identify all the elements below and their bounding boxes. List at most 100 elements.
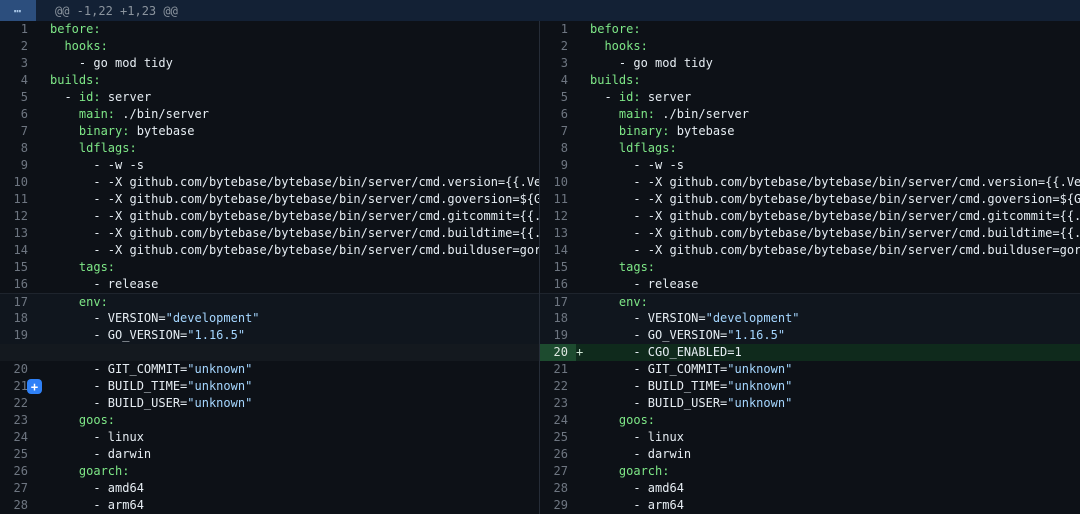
line-number[interactable]: 26 [540, 446, 576, 463]
yaml-text: - GO_VERSION= [590, 328, 727, 342]
diff-marker [576, 174, 590, 191]
line-number[interactable]: 24 [540, 412, 576, 429]
line-number[interactable]: 10 [540, 174, 576, 191]
line-number[interactable]: 19 [0, 327, 36, 344]
line-number[interactable]: 27 [0, 480, 36, 497]
line-number[interactable]: 13 [540, 225, 576, 242]
line-number[interactable]: 14 [0, 242, 36, 259]
line-number[interactable]: 6 [540, 106, 576, 123]
add-comment-button[interactable]: + [27, 379, 42, 394]
line-number[interactable]: 17 [0, 294, 36, 310]
code-line: - -X github.com/bytebase/bytebase/bin/se… [50, 191, 539, 208]
line-number[interactable]: 22 [540, 378, 576, 395]
yaml-text: - BUILD_TIME= [590, 379, 727, 393]
line-number[interactable]: 20 [0, 361, 36, 378]
line-number[interactable]: 10 [0, 174, 36, 191]
code-row: 8 ldflags: [540, 140, 1080, 157]
line-number[interactable]: 21 [540, 361, 576, 378]
line-number[interactable]: 5 [0, 89, 36, 106]
diff-marker [576, 191, 590, 208]
line-number[interactable]: 16 [0, 276, 36, 293]
line-number[interactable]: 29 [540, 497, 576, 514]
code-row: 2 hooks: [540, 38, 1080, 55]
code-line: - go mod tidy [50, 55, 539, 72]
line-number[interactable]: 24 [0, 429, 36, 446]
line-number[interactable]: 23 [0, 412, 36, 429]
code-line: tags: [590, 259, 1080, 276]
line-number[interactable]: 13 [0, 225, 36, 242]
line-number[interactable]: 26 [0, 463, 36, 480]
line-number[interactable]: 9 [540, 157, 576, 174]
line-number[interactable]: 17 [540, 294, 576, 310]
code-line: - id: server [590, 89, 1080, 106]
line-number[interactable]: 7 [540, 123, 576, 140]
diff-marker [576, 412, 590, 429]
line-number[interactable]: 1 [0, 21, 36, 38]
line-number[interactable]: 4 [540, 72, 576, 89]
yaml-text: bytebase [129, 124, 194, 138]
line-number[interactable]: 8 [540, 140, 576, 157]
code-row: 14 - -X github.com/bytebase/bytebase/bin… [540, 242, 1080, 259]
line-number[interactable]: 9 [0, 157, 36, 174]
line-number[interactable]: 16 [540, 276, 576, 293]
line-number[interactable]: 25 [0, 446, 36, 463]
line-number[interactable]: 11 [540, 191, 576, 208]
line-number[interactable]: 1 [540, 21, 576, 38]
line-number[interactable]: 22 [0, 395, 36, 412]
line-number[interactable]: 18 [0, 310, 36, 327]
yaml-text: - darwin [590, 447, 691, 461]
line-number[interactable]: 2 [0, 38, 36, 55]
yaml-text: - -X github.com/bytebase/bytebase/bin/se… [590, 192, 1080, 206]
line-number[interactable]: 23 [540, 395, 576, 412]
line-number[interactable]: 19 [540, 327, 576, 344]
line-number[interactable]: 18 [540, 310, 576, 327]
expand-hunk-button[interactable]: ⋯ [0, 0, 36, 21]
line-number[interactable]: 27 [540, 463, 576, 480]
code-row: 24 goos: [540, 412, 1080, 429]
line-number[interactable]: 14 [540, 242, 576, 259]
diff-marker [36, 208, 50, 225]
yaml-key: hooks: [604, 39, 647, 53]
code-line: - BUILD_USER="unknown" [590, 395, 1080, 412]
diff-marker [576, 208, 590, 225]
line-number[interactable]: 6 [0, 106, 36, 123]
line-number[interactable]: 2 [540, 38, 576, 55]
yaml-text [590, 141, 619, 155]
code-line: before: [590, 21, 1080, 38]
yaml-text: - VERSION= [50, 311, 166, 325]
line-number[interactable]: 12 [0, 208, 36, 225]
line-number[interactable]: 3 [540, 55, 576, 72]
line-number[interactable]: 12 [540, 208, 576, 225]
diff-marker [576, 276, 590, 293]
line-number[interactable]: 8 [0, 140, 36, 157]
line-number[interactable]: 4 [0, 72, 36, 89]
code-row: 6 main: ./bin/server [540, 106, 1080, 123]
line-number[interactable]: 15 [540, 259, 576, 276]
diff-marker [576, 429, 590, 446]
line-number[interactable]: 11 [0, 191, 36, 208]
code-line: - VERSION="development" [50, 310, 539, 327]
line-number[interactable]: 5 [540, 89, 576, 106]
yaml-text: - VERSION= [590, 311, 706, 325]
code-row: 23 - BUILD_USER="unknown" [540, 395, 1080, 412]
code-line: ldflags: [590, 140, 1080, 157]
code-row: 2 hooks: [0, 38, 539, 55]
yaml-text [50, 295, 79, 309]
line-number[interactable]: 15 [0, 259, 36, 276]
yaml-text: - GIT_COMMIT= [50, 362, 187, 376]
yaml-key: id: [79, 90, 101, 104]
line-number[interactable]: 28 [540, 480, 576, 497]
yaml-string: "unknown" [727, 379, 792, 393]
yaml-string: "development" [706, 311, 800, 325]
yaml-text [590, 39, 604, 53]
code-line: - -w -s [590, 157, 1080, 174]
line-number[interactable]: 25 [540, 429, 576, 446]
line-number[interactable]: 3 [0, 55, 36, 72]
yaml-string: "unknown" [727, 396, 792, 410]
line-number[interactable]: 28 [0, 497, 36, 514]
line-number[interactable]: 20 [540, 344, 576, 361]
diff-marker [576, 38, 590, 55]
line-number[interactable]: 7 [0, 123, 36, 140]
yaml-text: - -X github.com/bytebase/bytebase/bin/se… [50, 175, 539, 189]
yaml-key: env: [79, 295, 108, 309]
